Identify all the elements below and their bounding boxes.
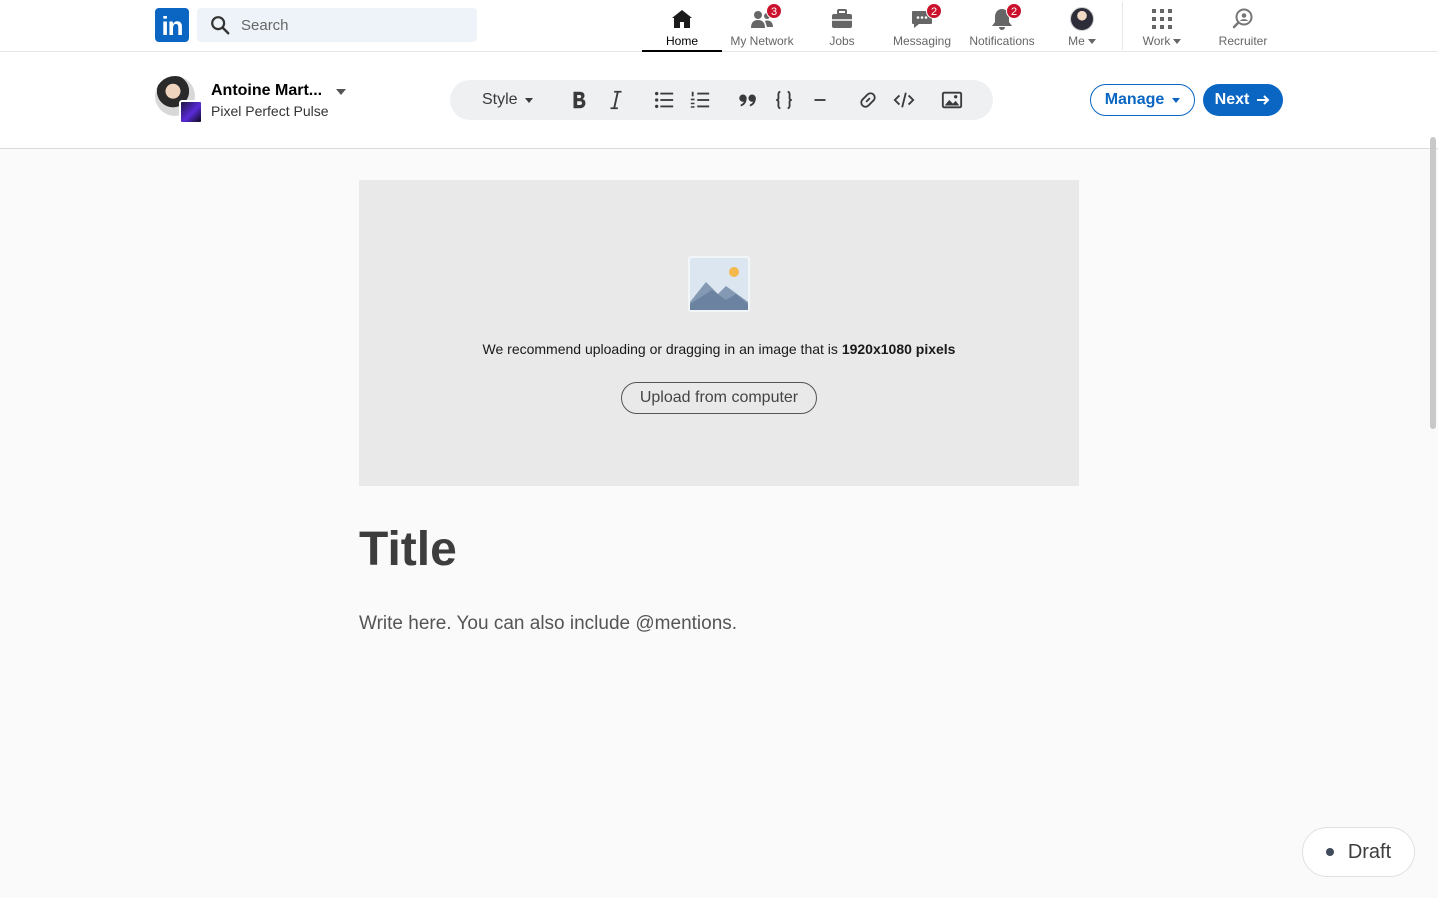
arrow-right-icon (1257, 95, 1270, 105)
next-button-label: Next (1214, 91, 1250, 108)
nav-notifications-label: Notifications (969, 34, 1035, 48)
author-page-name: Pixel Perfect Pulse (211, 103, 329, 119)
my-network-badge: 3 (766, 3, 782, 19)
nav-my-network[interactable]: 3 My Network (722, 0, 802, 52)
author-name: Antoine Mart... (211, 82, 323, 99)
notifications-badge: 2 (1006, 3, 1022, 19)
nav-work[interactable]: Work (1122, 0, 1202, 52)
page-scrollbar[interactable] (1430, 137, 1436, 429)
recruiter-icon (1232, 8, 1253, 29)
quote-button[interactable] (737, 88, 759, 112)
style-dropdown[interactable]: Style (482, 88, 533, 112)
image-size-recommendation: We recommend uploading or dragging in an… (359, 341, 1079, 357)
numbered-list-button[interactable] (689, 88, 711, 112)
editor-header: Antoine Mart... Pixel Perfect Pulse Styl… (0, 52, 1438, 149)
nav-me[interactable]: Me (1042, 0, 1122, 52)
draft-status-pill[interactable]: Draft (1302, 827, 1415, 877)
nav-recruiter-label: Recruiter (1218, 34, 1268, 48)
nav-jobs[interactable]: Jobs (802, 0, 882, 52)
chevron-down-icon (1087, 39, 1096, 45)
nav-my-network-label: My Network (730, 34, 794, 48)
nav-me-label: Me (1068, 34, 1085, 48)
divider-icon (814, 99, 826, 101)
nav-jobs-label: Jobs (829, 34, 855, 48)
nav-work-label: Work (1142, 34, 1171, 48)
image-placeholder-icon (688, 256, 750, 312)
chevron-down-icon (524, 97, 533, 103)
briefcase-icon (832, 9, 852, 28)
chevron-down-icon (1173, 39, 1182, 45)
status-dot-icon (1325, 848, 1334, 856)
italic-button[interactable] (605, 88, 627, 112)
quote-icon (739, 94, 756, 107)
italic-icon (610, 90, 622, 110)
divider-button[interactable] (809, 88, 831, 112)
nav-home-label: Home (665, 34, 698, 48)
embed-icon (893, 92, 915, 108)
search-icon (211, 16, 230, 35)
bold-icon (573, 91, 586, 109)
upload-from-computer-button[interactable]: Upload from computer (621, 382, 817, 414)
nav-messaging-label: Messaging (892, 34, 952, 48)
author-selector[interactable]: Antoine Mart... Pixel Perfect Pulse (155, 76, 355, 126)
chevron-down-icon[interactable] (336, 89, 346, 95)
global-nav: in Home 3 My Network Jobs 2 Messaging 2 … (0, 0, 1438, 52)
home-icon (672, 10, 692, 28)
numbered-list-icon (690, 91, 710, 108)
nav-messaging[interactable]: 2 Messaging (882, 0, 962, 52)
nav-home[interactable]: Home (642, 0, 722, 52)
nav-notifications[interactable]: 2 Notifications (962, 0, 1042, 52)
draft-status-label: Draft (1347, 840, 1392, 863)
grid-icon (1152, 9, 1172, 29)
code-block-icon (776, 90, 792, 110)
article-body-input[interactable]: Write here. You can also include @mentio… (359, 613, 737, 635)
messaging-badge: 2 (926, 3, 942, 19)
embed-button[interactable] (893, 88, 915, 112)
image-icon (941, 91, 963, 109)
search-box[interactable] (197, 8, 477, 42)
recommended-size: 1920x1080 pixels (841, 341, 956, 357)
linkedin-logo[interactable]: in (155, 8, 189, 42)
recommendation-text: We recommend uploading or dragging in an… (482, 341, 842, 357)
page-logo (179, 100, 203, 124)
next-button[interactable]: Next (1203, 84, 1283, 116)
link-icon (860, 92, 876, 108)
chevron-down-icon (1172, 97, 1181, 103)
bulleted-list-icon (655, 91, 674, 109)
formatting-toolbar: Style (450, 80, 993, 120)
manage-button-label: Manage (1104, 91, 1165, 108)
cover-image-dropzone[interactable]: We recommend uploading or dragging in an… (359, 180, 1079, 486)
bold-button[interactable] (568, 88, 590, 112)
code-block-button[interactable] (773, 88, 795, 112)
nav-recruiter[interactable]: Recruiter (1203, 0, 1283, 52)
insert-image-button[interactable] (941, 88, 963, 112)
style-dropdown-label: Style (482, 91, 518, 108)
link-button[interactable] (857, 88, 879, 112)
article-title-input[interactable]: Title (359, 522, 457, 577)
me-avatar (1070, 7, 1094, 31)
bulleted-list-button[interactable] (653, 88, 675, 112)
search-input[interactable] (241, 16, 461, 34)
manage-button[interactable]: Manage (1090, 84, 1195, 116)
